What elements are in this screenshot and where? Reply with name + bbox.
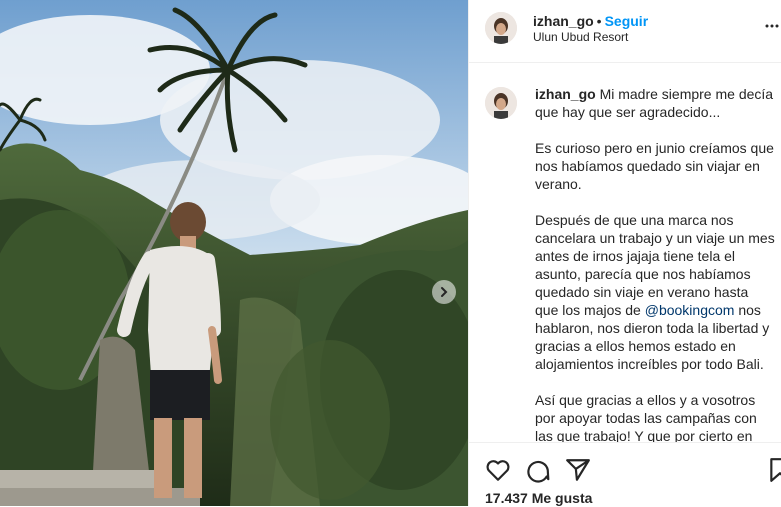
next-photo-button[interactable]: [432, 280, 456, 304]
share-icon[interactable]: [565, 457, 591, 483]
post-header: izhan_go • Seguir Ulun Ubud Resort: [469, 0, 781, 63]
mention-link[interactable]: @bookingcom: [645, 302, 735, 318]
avatar[interactable]: [485, 12, 517, 44]
location-link[interactable]: Ulun Ubud Resort: [533, 30, 628, 44]
heart-icon[interactable]: [485, 457, 511, 483]
follow-button[interactable]: Seguir: [605, 13, 649, 29]
likes-count[interactable]: 17.437 Me gusta: [485, 490, 592, 506]
caption-text: Después de que una marca nos cancelara u…: [535, 212, 775, 282]
separator-dot: •: [596, 13, 602, 29]
comment-icon[interactable]: [525, 457, 551, 483]
avatar-photo: [485, 12, 517, 44]
caption-paragraph: Después de que una marca nos cancelara u…: [535, 211, 775, 373]
username-link[interactable]: izhan_go: [533, 13, 594, 29]
chevron-right-icon: [441, 287, 448, 297]
header-user-line: izhan_go • Seguir: [533, 12, 648, 30]
post-actions: 17.437 Me gusta: [469, 442, 781, 507]
more-options-icon[interactable]: [765, 16, 779, 32]
caption-avatar[interactable]: [485, 87, 517, 119]
caption-paragraph: izhan_go Mi madre siempre me decía que h…: [535, 85, 775, 121]
caption-username[interactable]: izhan_go: [535, 86, 596, 102]
heart-glyph: [486, 460, 510, 481]
avatar-photo: [485, 87, 517, 119]
post-photo[interactable]: [0, 0, 468, 506]
bookmark-glyph: [770, 458, 781, 482]
post-caption: izhan_go Mi madre siempre me decía que h…: [535, 85, 775, 442]
comment-glyph: [527, 460, 550, 483]
ellipsis-glyph: [765, 24, 779, 28]
bookmark-icon[interactable]: [767, 457, 781, 483]
caption-paragraph: Es curioso pero en junio creíamos que no…: [535, 140, 774, 192]
share-glyph: [566, 459, 590, 481]
comments-area[interactable]: izhan_go Mi madre siempre me decía que h…: [469, 63, 781, 442]
caption-paragraph: Así que gracias a ellos y a vosotros por…: [535, 392, 757, 442]
post-sidebar: izhan_go • Seguir Ulun Ubud Resort izhan_g…: [468, 0, 781, 506]
jungle-photo: [0, 0, 468, 506]
